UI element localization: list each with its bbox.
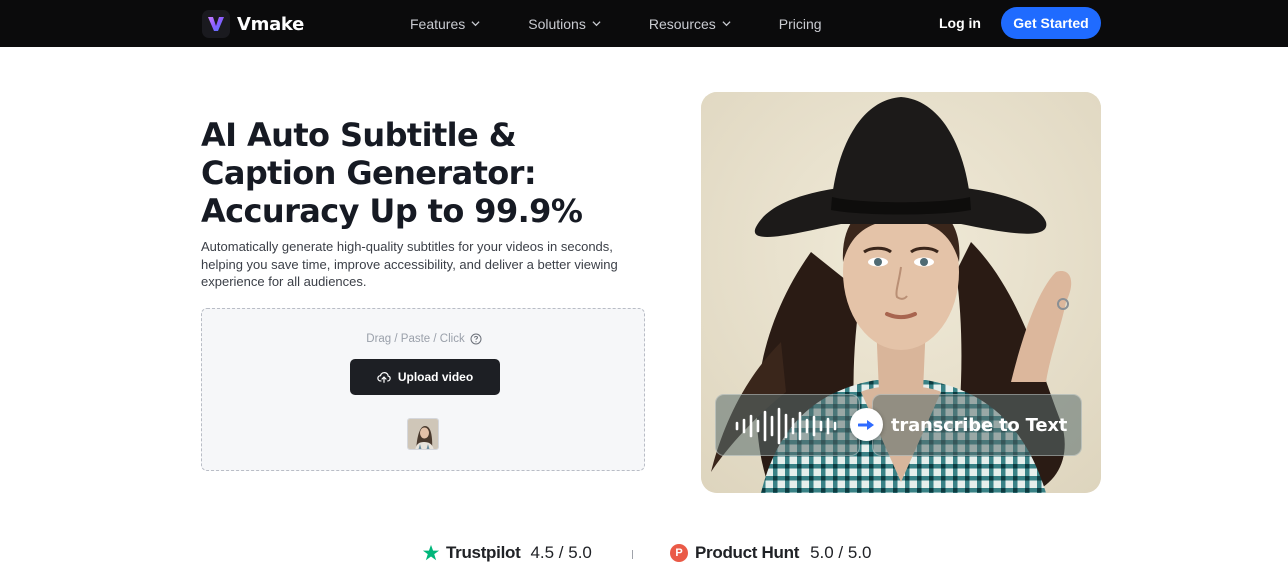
arrow-right-icon <box>850 408 883 441</box>
transcribe-card: transcribe to Text <box>872 394 1082 456</box>
upload-dropzone[interactable]: Drag / Paste / Click Upload video <box>201 308 645 471</box>
transcribe-text: transcribe to Text <box>891 414 1068 436</box>
nav-pricing[interactable]: Pricing <box>779 16 822 32</box>
login-link[interactable]: Log in <box>939 15 981 31</box>
hero-description: Automatically generate high-quality subt… <box>201 239 618 289</box>
chevron-down-icon <box>722 21 731 27</box>
nav-links: Features Solutions Resources Pricing <box>410 0 870 47</box>
page-title: AI Auto Subtitle & Caption Generator: Ac… <box>201 116 583 230</box>
nav-resources-label: Resources <box>648 15 716 32</box>
producthunt-rating: P Product Hunt 5.0 / 5.0 <box>670 543 872 563</box>
producthunt-name: Product Hunt <box>695 543 800 562</box>
producthunt-score: 5.0 / 5.0 <box>810 543 872 562</box>
cloud-upload-icon <box>377 372 391 383</box>
nav-features-label: Features <box>410 15 466 32</box>
trustpilot-score: 4.5 / 5.0 <box>530 543 592 562</box>
vmake-logo-icon <box>202 10 230 38</box>
trustpilot-star-icon <box>422 544 440 561</box>
audio-wave-card <box>715 394 860 456</box>
help-icon[interactable] <box>470 333 482 345</box>
chevron-down-icon <box>471 21 480 27</box>
nav-solutions[interactable]: Solutions <box>528 16 601 32</box>
nav-resources[interactable]: Resources <box>649 16 731 32</box>
upload-video-label: Upload video <box>397 370 474 384</box>
hero-image: transcribe to Text <box>701 92 1101 493</box>
brand-name: Vmake <box>237 13 305 35</box>
nav-pricing-label: Pricing <box>778 15 822 32</box>
producthunt-logo-icon: P <box>670 544 688 562</box>
upload-hint: Drag / Paste / Click <box>202 333 646 345</box>
nav-features[interactable]: Features <box>410 16 480 32</box>
brand[interactable]: Vmake <box>202 10 304 38</box>
chevron-down-icon <box>592 21 601 27</box>
top-nav: Vmake Features Solutions Resources Prici… <box>0 0 1288 47</box>
nav-solutions-label: Solutions <box>528 15 586 32</box>
sample-video-thumbnail[interactable] <box>407 418 439 450</box>
sound-wave-icon <box>735 407 837 445</box>
ratings-bar: Trustpilot 4.5 / 5.0 P Product Hunt 5.0 … <box>0 543 1288 569</box>
get-started-button[interactable]: Get Started <box>1001 7 1101 39</box>
trustpilot-name: Trustpilot <box>446 543 521 562</box>
trustpilot-rating: Trustpilot 4.5 / 5.0 <box>422 543 592 563</box>
upload-hint-text: Drag / Paste / Click <box>366 333 465 345</box>
upload-video-button[interactable]: Upload video <box>350 359 500 395</box>
ratings-divider <box>632 550 633 559</box>
